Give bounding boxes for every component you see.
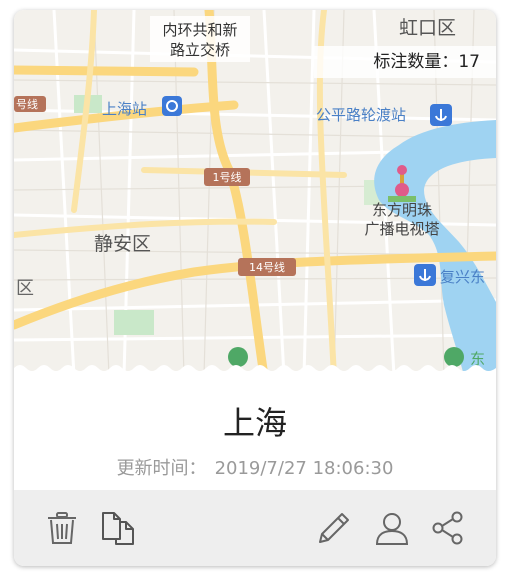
card-actions <box>14 490 496 566</box>
update-time-label: 更新时间： <box>116 458 207 479</box>
edit-button[interactable] <box>316 510 352 546</box>
map-card[interactable]: 内环共和新 路立交桥 虹口区 上海站 公平路轮渡站 号线 1号线 14号线 静安… <box>14 10 496 566</box>
park-icon-2 <box>444 347 464 367</box>
map-label-qu-left: 区 <box>16 278 34 299</box>
park-icon <box>228 347 248 367</box>
update-time: 更新时间： 2019/7/27 18:06:30 <box>14 454 496 480</box>
user-icon <box>375 513 409 545</box>
update-time-value: 2019/7/27 18:06:30 <box>214 458 394 479</box>
pencil-icon <box>319 513 349 543</box>
annotation-count-value: 17 <box>458 52 480 72</box>
map-label-pearl2: 广播电视塔 <box>364 220 439 238</box>
trash-icon <box>48 512 76 544</box>
share-button[interactable] <box>430 510 466 546</box>
metro-station-icon <box>162 96 182 116</box>
card-info: 上海 更新时间： 2019/7/27 18:06:30 <box>14 376 496 490</box>
map-label-line1: 1号线 <box>213 170 242 184</box>
annotation-count-label: 标注数量： <box>373 52 459 72</box>
delete-button[interactable] <box>44 510 80 546</box>
map-label-neihuan: 内环共和新 <box>162 21 237 39</box>
copy-icon <box>102 512 134 545</box>
map-thumbnail[interactable]: 内环共和新 路立交桥 虹口区 上海站 公平路轮渡站 号线 1号线 14号线 静安… <box>14 10 496 376</box>
map-label-line14: 14号线 <box>249 260 285 274</box>
map-label-line-left: 号线 <box>16 97 38 111</box>
annotation-count-badge: 标注数量：17 <box>314 46 496 78</box>
share-icon <box>432 511 463 545</box>
map-label-hongkou: 虹口区 <box>399 17 456 39</box>
map-label-gongping: 公平路轮渡站 <box>316 106 406 124</box>
copy-button[interactable] <box>100 510 136 546</box>
map-label-jingan: 静安区 <box>94 233 151 255</box>
map-title: 上海 <box>222 404 287 442</box>
user-button[interactable] <box>374 510 410 546</box>
map-label-neihuan2: 路立交桥 <box>170 41 230 59</box>
map-label-shanghai-station: 上海站 <box>102 100 147 118</box>
map-label-fuxing: 复兴东 <box>440 268 485 286</box>
map-label-pearl1: 东方明珠 <box>372 201 432 219</box>
